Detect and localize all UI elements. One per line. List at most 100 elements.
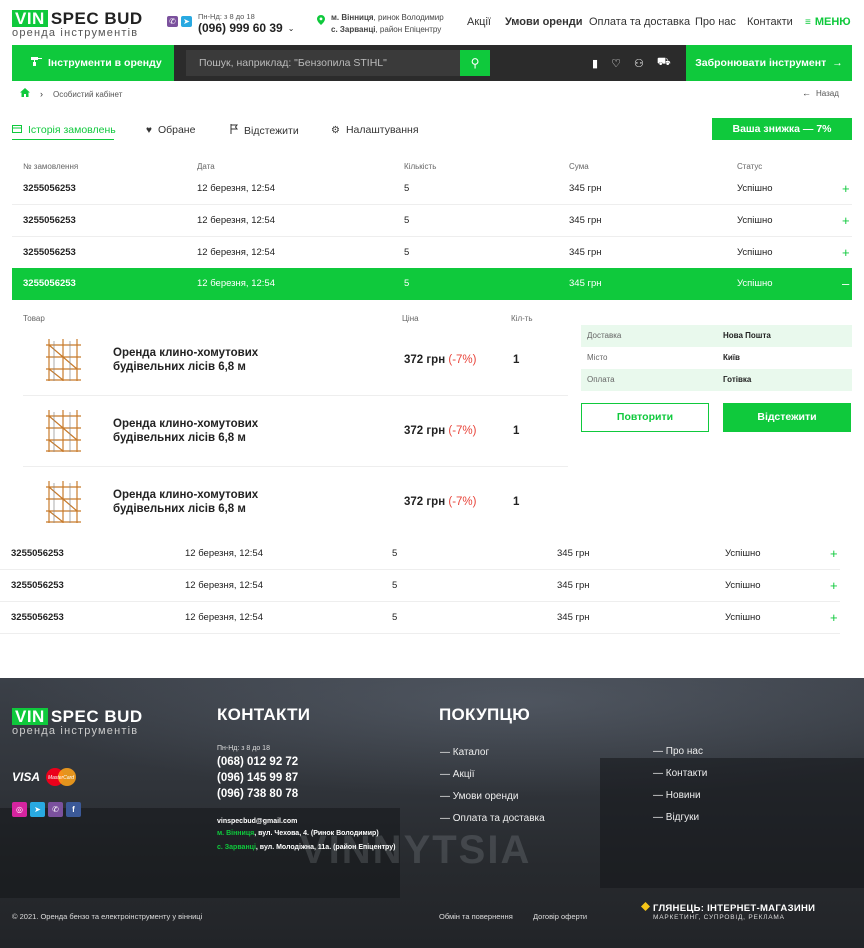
search-input[interactable]: Пошук, наприклад: "Бензопила STIHL" [186,50,460,76]
scaffolding-image [43,479,85,525]
footer-link-returns[interactable]: Обмін та повернення [439,912,513,921]
buyer-heading: ПОКУПЦЮ [439,705,531,724]
expand-icon[interactable]: + [830,602,838,634]
repeat-order-button[interactable]: Повторити [581,403,709,432]
track-order-button[interactable]: Відстежити [723,403,851,432]
cart-icon[interactable]: ⛟ [657,56,671,70]
book-tool-button[interactable]: Забронювати інструмент → [686,45,852,81]
col-quantity: Кількість [404,162,437,171]
table-row[interactable]: 3255056253 12 березня, 12:54 5 345 грн У… [12,237,852,269]
footer-phone-2[interactable]: (096) 145 99 87 [217,772,298,784]
tab-favorites[interactable]: ♥ Обране [146,124,195,136]
book-tool-label: Забронювати інструмент [695,57,827,69]
order-status: Успішно [725,580,761,591]
mastercard-logo-text: MasterCard [48,775,74,781]
footer-logo-subtitle: оренда інструментів [12,725,139,737]
expand-icon[interactable]: + [830,570,838,602]
order-item: Оренда клино-хомутових будівельних лісів… [23,467,568,538]
nav-link-contacts[interactable]: Контакти [747,16,793,28]
social-links: ◎ ➤ ✆ f [12,802,81,817]
nav-link-about[interactable]: Про нас [695,16,736,28]
footer-phone-3[interactable]: (096) 738 80 78 [217,788,298,800]
location-pin-icon [317,15,325,25]
tab-settings[interactable]: ⚙ Налаштування [331,124,419,136]
table-row[interactable]: 3255056253 12 березня, 12:54 5 345 грн У… [0,538,840,570]
footer-link-promo[interactable]: Акції [440,769,475,780]
footer-phone-1[interactable]: (068) 012 92 72 [217,756,298,768]
catalog-button[interactable]: Інструменти в оренду [12,45,174,81]
expand-icon[interactable]: + [842,205,850,237]
footer-link-delivery[interactable]: Оплата та доставка [440,813,545,824]
table-row[interactable]: 3255056253 12 березня, 12:54 5 345 грн У… [0,602,840,634]
order-sum: 345 грн [569,183,602,194]
price-value: 372 грн [404,354,446,366]
user-icon[interactable]: ⚇ [634,57,644,70]
order-status: Успішно [737,183,773,194]
nav-link-delivery[interactable]: Оплата та доставка [589,16,690,28]
telegram-icon[interactable]: ➤ [30,802,45,817]
product-name[interactable]: Оренда клино-хомутових будівельних лісів… [113,417,258,445]
footer-logo[interactable]: VIN SPEC BUD оренда інструментів [12,708,143,737]
order-number: 3255056253 [23,278,76,289]
info-city: Місто Київ [581,347,852,369]
chevron-down-icon[interactable]: ⌄ [288,24,295,33]
address-city-1: м. Вінниця [331,13,374,22]
address-city-2: с. Зарванці [331,25,376,34]
tab-track[interactable]: Відстежити [230,124,299,137]
site-logo[interactable]: VIN SPEC BUD оренда інструментів [12,10,143,39]
info-value: Київ [723,353,740,362]
active-tab-underline [12,139,114,140]
menu-button[interactable]: ≡ МЕНЮ [805,16,851,28]
product-name[interactable]: Оренда клино-хомутових будівельних лісів… [113,488,258,516]
order-sum: 345 грн [557,580,590,591]
price-discount: (-7%) [448,496,477,508]
footer-link-contacts[interactable]: Контакти [653,768,708,779]
back-link[interactable]: ← Назад [802,88,839,98]
info-value: Готівка [723,375,752,384]
tab-order-history[interactable]: Історія замовлень [12,124,116,136]
facebook-icon[interactable]: f [66,802,81,817]
footer-link-offer[interactable]: Договір оферти [533,912,587,921]
compare-icon[interactable]: ▮ [592,57,598,70]
order-qty: 5 [392,548,398,559]
footer-link-news[interactable]: Новини [653,790,701,801]
heart-icon[interactable]: ♡ [611,57,621,70]
scaffolding-image [43,337,85,383]
order-date: 12 березня, 12:54 [197,183,275,194]
footer-link-about[interactable]: Про нас [653,746,703,757]
footer-link-catalog[interactable]: Каталог [440,747,489,758]
expand-icon[interactable]: + [842,173,850,205]
expand-icon[interactable]: + [842,237,850,269]
footer-link-terms[interactable]: Умови оренди [440,791,519,802]
footer-hours: Пн-Нд: з 8 до 18 [217,745,270,752]
instagram-icon[interactable]: ◎ [12,802,27,817]
search-button[interactable]: ⚲ [460,50,490,76]
collapse-icon[interactable]: – [842,268,849,300]
viber-icon[interactable]: ✆ [167,16,178,27]
table-row[interactable]: 3255056253 12 березня, 12:54 5 345 грн У… [12,173,852,205]
payment-methods: VISA MasterCard [12,767,78,787]
footer-address-2: с. Зарванці, вул. Молодіжна, 11а. (район… [217,844,395,851]
viber-icon[interactable]: ✆ [48,802,63,817]
copyright: © 2021. Оренда бензо та електроінструмен… [12,912,203,921]
footer-link-reviews[interactable]: Відгуки [653,812,699,823]
nav-link-rental-terms[interactable]: Умови оренди [505,16,583,28]
table-row[interactable]: 3255056253 12 березня, 12:54 5 345 грн У… [12,205,852,237]
nav-link-promo[interactable]: Акції [467,16,491,28]
arrow-left-icon: ← [802,88,811,98]
footer-address-2-rest: , вул. Молодіжна, 11а. (район Епіцентру) [255,844,396,851]
catalog-button-label: Інструменти в оренду [48,57,162,69]
expand-icon[interactable]: + [830,538,838,570]
telegram-icon[interactable]: ➤ [181,16,192,27]
order-qty: 5 [404,247,410,258]
contacts-heading: КОНТАКТИ [217,705,311,724]
col-sum: Сума [569,162,589,171]
header-phone[interactable]: (096) 999 60 39 [198,21,283,35]
developer-credit[interactable]: ГЛЯНЕЦЬ: ІНТЕРНЕТ-МАГАЗИНИ [641,902,815,914]
home-icon[interactable] [20,88,30,100]
footer-email[interactable]: vinspecbud@gmail.com [217,818,297,825]
developer-subtitle: МАРКЕТИНГ, СУПРОВІД, РЕКЛАМА [653,914,785,921]
product-name[interactable]: Оренда клино-хомутових будівельних лісів… [113,346,258,374]
table-row[interactable]: 3255056253 12 березня, 12:54 5 345 грн У… [0,570,840,602]
table-row-active[interactable]: 3255056253 12 березня, 12:54 5 345 грн У… [12,268,852,300]
